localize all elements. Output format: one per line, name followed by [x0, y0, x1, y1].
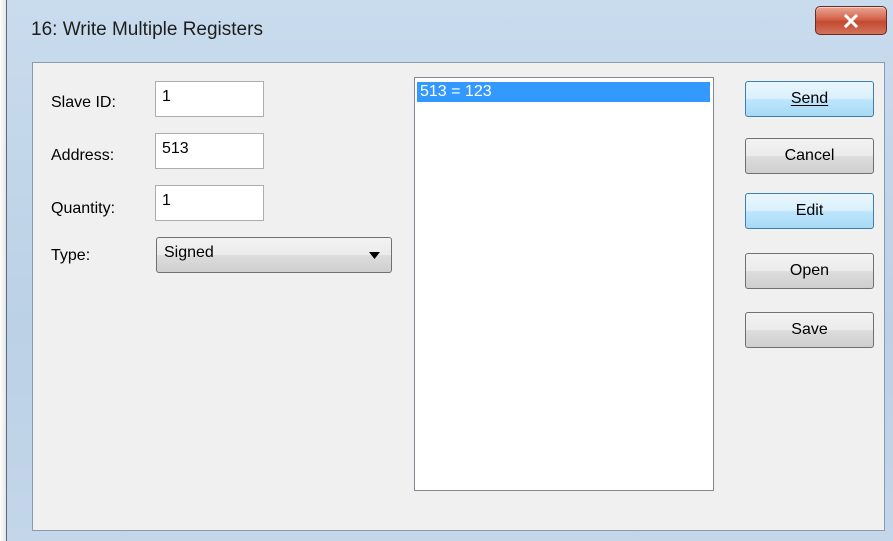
- close-button[interactable]: [815, 6, 887, 35]
- slave-id-label: Slave ID:: [51, 94, 116, 111]
- cancel-button-label: Cancel: [784, 147, 835, 164]
- type-select[interactable]: Signed: [156, 237, 392, 273]
- window-title: 16: Write Multiple Registers: [31, 19, 263, 40]
- send-button[interactable]: Send: [745, 81, 874, 117]
- save-button[interactable]: Save: [745, 312, 874, 348]
- dropdown-arrow-icon: [369, 252, 380, 259]
- quantity-input[interactable]: 1: [155, 185, 264, 221]
- open-button-label: Open: [789, 262, 830, 279]
- list-item[interactable]: 513 = 123: [417, 82, 710, 102]
- type-select-value: Signed: [164, 244, 214, 261]
- register-listbox[interactable]: 513 = 123: [414, 77, 714, 491]
- dialog-window: 16: Write Multiple Registers Slave ID: 1…: [6, 0, 893, 541]
- save-button-label: Save: [791, 321, 828, 338]
- close-x-icon: [844, 13, 858, 28]
- send-button-label: Send: [790, 90, 829, 107]
- cancel-button[interactable]: Cancel: [745, 138, 874, 174]
- address-label: Address:: [51, 147, 115, 164]
- dialog-client-area: Slave ID: 1 Address: 513 Quantity: 1 Typ…: [32, 62, 885, 531]
- open-button[interactable]: Open: [745, 253, 874, 289]
- edit-button-label: Edit: [795, 202, 824, 219]
- edit-button[interactable]: Edit: [745, 193, 874, 229]
- slave-id-input[interactable]: 1: [155, 81, 264, 117]
- quantity-label: Quantity:: [51, 200, 116, 217]
- type-label: Type:: [51, 247, 91, 264]
- address-input[interactable]: 513: [155, 133, 264, 169]
